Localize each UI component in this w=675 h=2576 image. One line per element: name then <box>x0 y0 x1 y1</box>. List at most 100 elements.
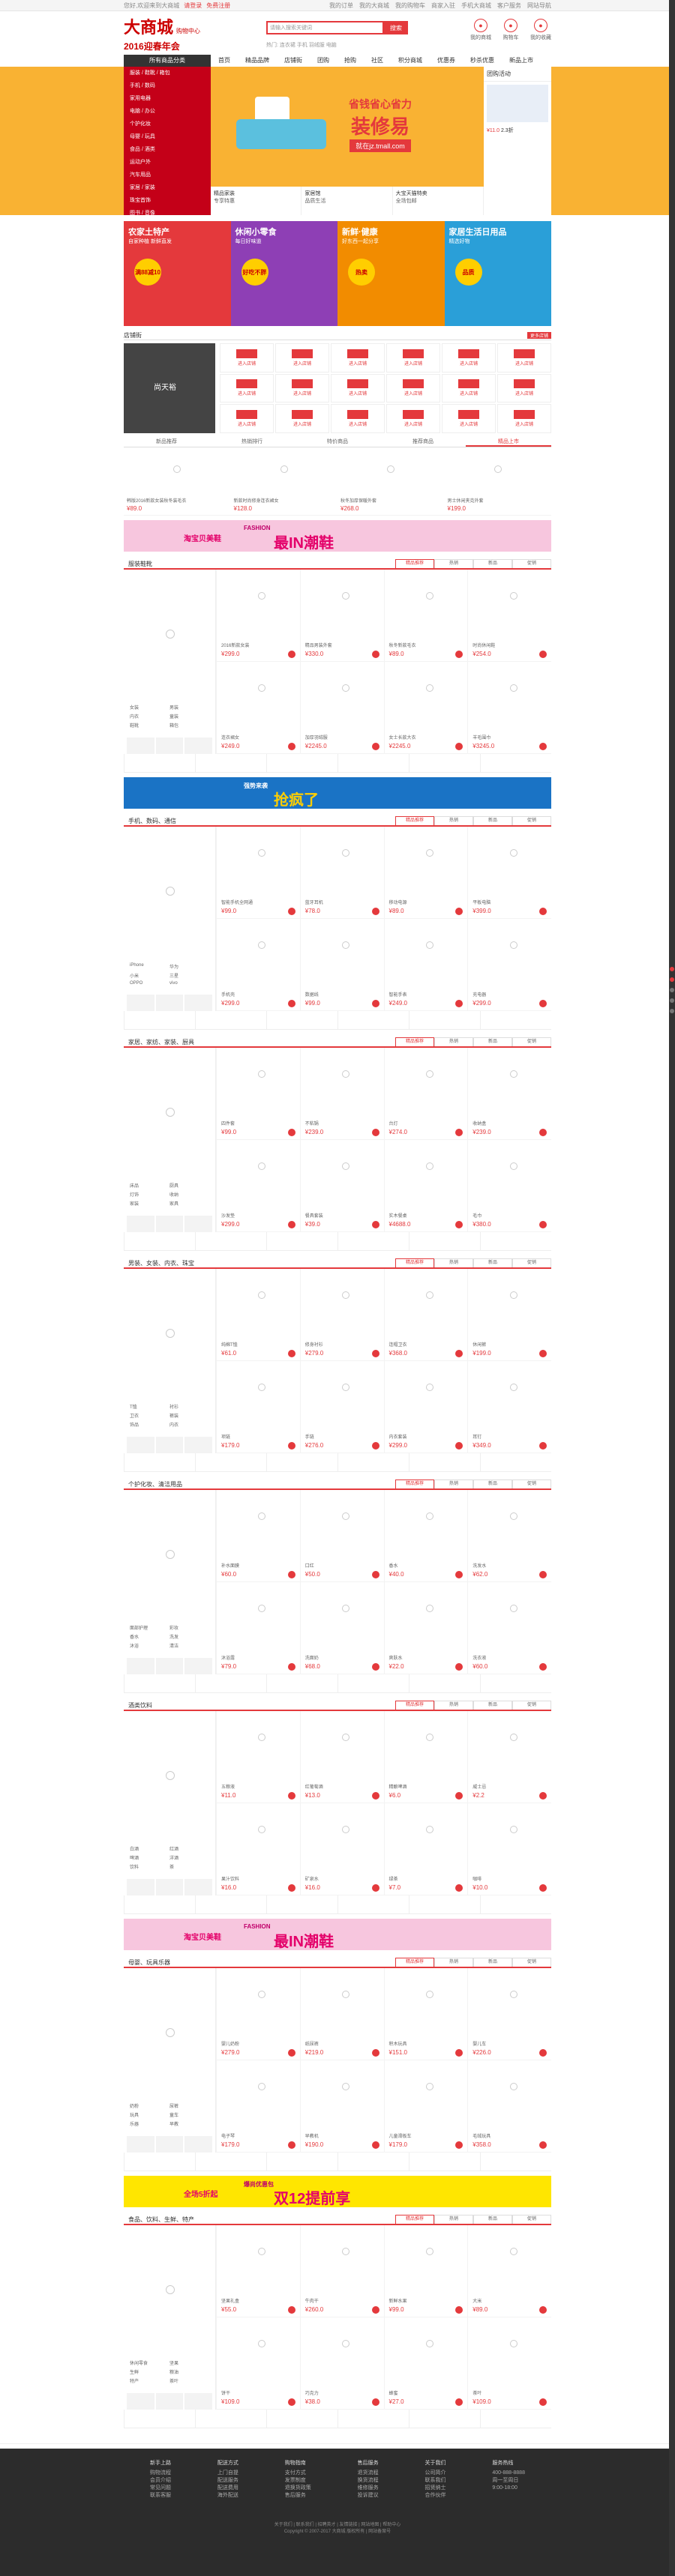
product-card[interactable]: 洗面奶 ¥68.0 <box>299 1582 384 1674</box>
nav-item[interactable]: 店铺街 <box>277 55 310 67</box>
brand-logo[interactable] <box>155 2393 184 2410</box>
shop-enter-link[interactable]: 进入店铺 <box>238 360 256 367</box>
product-name[interactable]: 婴儿车 <box>472 2042 538 2048</box>
footer-link[interactable]: 合作伙伴 <box>425 2492 446 2500</box>
footer-link[interactable]: 9:00-18:00 <box>492 2485 525 2492</box>
toolbar-top-icon[interactable] <box>670 1009 674 1013</box>
add-to-cart-icon[interactable] <box>371 1442 380 1450</box>
floor-category-link[interactable]: 白酒 <box>130 1845 170 1852</box>
banner-right-product[interactable] <box>487 85 548 122</box>
product-card[interactable]: 移动电源 ¥89.0 <box>383 827 468 919</box>
ad-banner[interactable]: 爆尚优惠包 双12提前享 全场5折起 <box>124 2176 551 2207</box>
product-card[interactable]: 矿泉水 ¥16.0 <box>299 1803 384 1895</box>
add-to-cart-icon[interactable] <box>539 1442 547 1450</box>
banner-thumb[interactable]: 家居馆 品质生活 <box>302 187 393 215</box>
floor-brand-slot[interactable] <box>195 2410 266 2428</box>
product-name[interactable]: 毛绒玩具 <box>472 2135 538 2140</box>
product-name[interactable]: 加厚羽绒服 <box>305 736 370 741</box>
product-card[interactable]: 威士忌 ¥2.2 <box>467 1711 551 1803</box>
brand-logo[interactable] <box>127 737 154 754</box>
floor-brand-slot[interactable] <box>338 754 409 772</box>
product-name[interactable]: 牛肉干 <box>305 2299 370 2305</box>
add-to-cart-icon[interactable] <box>371 2049 380 2057</box>
product-name[interactable]: 大米 <box>472 2299 538 2305</box>
shop-feature[interactable]: 尚天裕 <box>124 343 215 433</box>
category-item[interactable]: 图书 / 音像 <box>124 207 211 220</box>
product-card[interactable]: 智能手机全网通 ¥99.0 <box>216 827 300 919</box>
product-name[interactable]: 精品男装外套 <box>305 644 370 649</box>
product-card[interactable]: 纸尿裤 ¥219.0 <box>299 1968 384 2060</box>
product-name[interactable]: 蜂蜜 <box>389 2392 454 2397</box>
product-card[interactable]: 时尚休闲鞋 ¥254.0 <box>467 570 551 662</box>
brand-logo[interactable] <box>127 2136 154 2153</box>
footer-link[interactable]: 退换货政策 <box>285 2485 311 2492</box>
floor-category-link[interactable]: 彩妆 <box>170 1624 209 1631</box>
floor-brand-slot[interactable] <box>480 1011 551 1029</box>
floor-brand-slot[interactable] <box>266 1674 338 1692</box>
floor-tab[interactable]: 精品推荐 <box>395 2215 434 2224</box>
floor-tab[interactable]: 热销 <box>434 1479 473 1488</box>
product-card[interactable]: 手机壳 ¥299.0 <box>216 919 300 1011</box>
floor-brand-slot[interactable] <box>266 2410 338 2428</box>
floor-brand-slot[interactable] <box>409 1232 480 1250</box>
footer-link[interactable]: 投诉建议 <box>358 2492 379 2500</box>
add-to-cart-icon[interactable] <box>455 1350 464 1357</box>
product-card[interactable]: 洗衣液 ¥60.0 <box>467 1582 551 1674</box>
add-to-cart-icon[interactable] <box>287 1663 296 1671</box>
floor-brand-slot[interactable] <box>480 754 551 772</box>
hero-banner[interactable]: 服装 / 鞋靴 / 箱包 手机 / 数码 家用电器 电脑 / 办公 个护化妆 母婴 / 玩… <box>0 67 675 241</box>
top-link[interactable]: 网站导航 <box>527 2 551 9</box>
ad-banner[interactable]: FASHION 最IN潮鞋 淘宝贝美鞋 <box>124 520 551 552</box>
brand-logo[interactable] <box>184 2393 213 2410</box>
floor-brand-slot[interactable] <box>195 1895 266 1913</box>
tab-2[interactable]: 特价商品 <box>295 438 380 447</box>
add-to-cart-icon[interactable] <box>287 1350 296 1357</box>
product-card[interactable]: 红葡萄酒 ¥13.0 <box>299 1711 384 1803</box>
floor-brand-slot[interactable] <box>480 2153 551 2171</box>
footer-link[interactable]: 联系我们 <box>425 2477 446 2485</box>
floor-brand-slot[interactable] <box>266 2153 338 2171</box>
nav-item[interactable]: 首页 <box>211 55 238 67</box>
product-card[interactable]: 坚果礼盒 ¥55.0 <box>216 2225 300 2317</box>
product-card[interactable]: 电子琴 ¥179.0 <box>216 2060 300 2153</box>
floor-category-link[interactable]: OPPO <box>130 981 170 986</box>
product-card[interactable]: 大米 ¥89.0 <box>467 2225 551 2317</box>
add-to-cart-icon[interactable] <box>539 2398 547 2406</box>
product-card[interactable]: 不粘锅 ¥239.0 <box>299 1048 384 1140</box>
product-name[interactable]: 爽肤水 <box>389 1656 454 1662</box>
add-to-cart-icon[interactable] <box>455 743 464 750</box>
product-card[interactable]: 早教机 ¥190.0 <box>299 2060 384 2153</box>
floor-tab[interactable]: 促销 <box>512 1701 551 1710</box>
product-name[interactable]: 巧克力 <box>305 2392 370 2397</box>
floor-brand-slot[interactable] <box>266 1453 338 1471</box>
tab-3[interactable]: 推荐商品 <box>380 438 466 447</box>
product-card[interactable]: 蓝牙耳机 ¥78.0 <box>299 827 384 919</box>
footer-link[interactable]: 退货流程 <box>358 2470 379 2477</box>
floor-tab[interactable]: 精品推荐 <box>395 1958 434 1967</box>
floor-category-link[interactable]: 尿裤 <box>170 2102 209 2109</box>
floor-category-link[interactable]: 箱包 <box>170 722 209 729</box>
add-to-cart-icon[interactable] <box>371 1350 380 1357</box>
footer-link[interactable]: 配送服务 <box>218 2477 238 2485</box>
product-name[interactable]: 耳钉 <box>472 1435 538 1441</box>
brand-logo[interactable] <box>184 1879 213 1895</box>
floor-category-link[interactable]: 生鲜 <box>130 2368 170 2375</box>
product-name[interactable]: 绿茶 <box>389 1877 454 1883</box>
product-card[interactable]: 洗发水 ¥62.0 <box>467 1490 551 1582</box>
brand-logo[interactable] <box>184 1216 213 1232</box>
product-name[interactable]: 台灯 <box>389 1122 454 1127</box>
shop-enter-link[interactable]: 进入店铺 <box>293 390 311 396</box>
add-to-cart-icon[interactable] <box>287 908 296 915</box>
floor-category-link[interactable]: 灯饰 <box>130 1191 170 1198</box>
floor-tab[interactable]: 精品推荐 <box>395 816 434 825</box>
banner-cta[interactable]: 就在jz.tmall.com <box>350 139 411 152</box>
add-to-cart-icon[interactable] <box>455 1792 464 1800</box>
category-item[interactable]: 珠宝首饰 <box>124 194 211 207</box>
shop-enter-link[interactable]: 进入店铺 <box>460 390 478 396</box>
brand-logo[interactable] <box>155 1437 184 1453</box>
product-card[interactable]: 婴儿车 ¥226.0 <box>467 1968 551 2060</box>
add-to-cart-icon[interactable] <box>455 2306 464 2314</box>
shop-enter-link[interactable]: 进入店铺 <box>460 360 478 367</box>
floor-category-link[interactable]: 童装 <box>170 713 209 720</box>
floor-brand-slot[interactable] <box>266 754 338 772</box>
